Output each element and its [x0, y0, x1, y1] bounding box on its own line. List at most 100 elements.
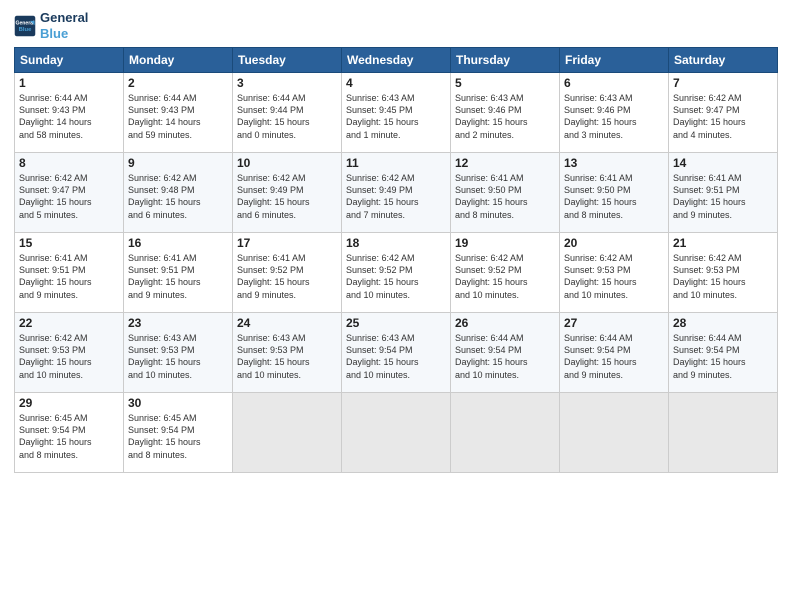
calendar-cell: 2 Sunrise: 6:44 AMSunset: 9:43 PMDaylight… [124, 73, 233, 153]
page-header: General Blue General Blue [14, 10, 778, 41]
day-number: 26 [455, 316, 555, 330]
cell-content: Sunrise: 6:44 AMSunset: 9:54 PMDaylight:… [455, 332, 555, 381]
day-number: 24 [237, 316, 337, 330]
cell-content: Sunrise: 6:42 AMSunset: 9:52 PMDaylight:… [455, 252, 555, 301]
day-number: 14 [673, 156, 773, 170]
logo-text: General Blue [40, 10, 88, 41]
calendar-cell: 11 Sunrise: 6:42 AMSunset: 9:49 PMDayligh… [342, 153, 451, 233]
calendar-cell: 21 Sunrise: 6:42 AMSunset: 9:53 PMDayligh… [669, 233, 778, 313]
cell-content: Sunrise: 6:42 AMSunset: 9:47 PMDaylight:… [673, 92, 773, 141]
calendar-cell: 10 Sunrise: 6:42 AMSunset: 9:49 PMDayligh… [233, 153, 342, 233]
logo-icon: General Blue [14, 15, 36, 37]
cell-content: Sunrise: 6:45 AMSunset: 9:54 PMDaylight:… [19, 412, 119, 461]
cell-content: Sunrise: 6:41 AMSunset: 9:51 PMDaylight:… [128, 252, 228, 301]
calendar-cell: 3 Sunrise: 6:44 AMSunset: 9:44 PMDaylight… [233, 73, 342, 153]
cell-content: Sunrise: 6:44 AMSunset: 9:44 PMDaylight:… [237, 92, 337, 141]
day-number: 8 [19, 156, 119, 170]
cell-content: Sunrise: 6:44 AMSunset: 9:54 PMDaylight:… [673, 332, 773, 381]
col-header-wednesday: Wednesday [342, 48, 451, 73]
cell-content: Sunrise: 6:41 AMSunset: 9:51 PMDaylight:… [673, 172, 773, 221]
calendar-cell: 16 Sunrise: 6:41 AMSunset: 9:51 PMDayligh… [124, 233, 233, 313]
calendar-cell: 15 Sunrise: 6:41 AMSunset: 9:51 PMDayligh… [15, 233, 124, 313]
day-number: 25 [346, 316, 446, 330]
day-number: 2 [128, 76, 228, 90]
day-number: 29 [19, 396, 119, 410]
day-number: 22 [19, 316, 119, 330]
calendar-cell: 22 Sunrise: 6:42 AMSunset: 9:53 PMDayligh… [15, 313, 124, 393]
day-number: 30 [128, 396, 228, 410]
cell-content: Sunrise: 6:44 AMSunset: 9:43 PMDaylight:… [19, 92, 119, 141]
day-number: 11 [346, 156, 446, 170]
cell-content: Sunrise: 6:43 AMSunset: 9:53 PMDaylight:… [237, 332, 337, 381]
day-number: 15 [19, 236, 119, 250]
day-number: 16 [128, 236, 228, 250]
calendar-cell: 4Sunrise: 6:43 AMSunset: 9:45 PMDaylight… [342, 73, 451, 153]
calendar-cell: 17 Sunrise: 6:41 AMSunset: 9:52 PMDayligh… [233, 233, 342, 313]
col-header-sunday: Sunday [15, 48, 124, 73]
cell-content: Sunrise: 6:44 AMSunset: 9:54 PMDaylight:… [564, 332, 664, 381]
col-header-thursday: Thursday [451, 48, 560, 73]
day-number: 3 [237, 76, 337, 90]
calendar-cell: 25 Sunrise: 6:43 AMSunset: 9:54 PMDayligh… [342, 313, 451, 393]
day-number: 5 [455, 76, 555, 90]
calendar-cell [451, 393, 560, 473]
col-header-monday: Monday [124, 48, 233, 73]
day-number: 18 [346, 236, 446, 250]
calendar-cell: 5 Sunrise: 6:43 AMSunset: 9:46 PMDaylight… [451, 73, 560, 153]
calendar-cell: 14 Sunrise: 6:41 AMSunset: 9:51 PMDayligh… [669, 153, 778, 233]
cell-content: Sunrise: 6:42 AMSunset: 9:53 PMDaylight:… [564, 252, 664, 301]
calendar-cell: 26 Sunrise: 6:44 AMSunset: 9:54 PMDayligh… [451, 313, 560, 393]
day-number: 19 [455, 236, 555, 250]
cell-content: Sunrise: 6:42 AMSunset: 9:52 PMDaylight:… [346, 252, 446, 301]
cell-content: Sunrise: 6:42 AMSunset: 9:53 PMDaylight:… [673, 252, 773, 301]
day-number: 21 [673, 236, 773, 250]
day-number: 13 [564, 156, 664, 170]
day-number: 9 [128, 156, 228, 170]
day-number: 12 [455, 156, 555, 170]
cell-content: Sunrise: 6:42 AMSunset: 9:49 PMDaylight:… [237, 172, 337, 221]
calendar-cell: 23Sunrise: 6:43 AMSunset: 9:53 PMDayligh… [124, 313, 233, 393]
logo: General Blue General Blue [14, 10, 88, 41]
col-header-tuesday: Tuesday [233, 48, 342, 73]
calendar-cell: 13Sunrise: 6:41 AMSunset: 9:50 PMDayligh… [560, 153, 669, 233]
day-number: 28 [673, 316, 773, 330]
cell-content: Sunrise: 6:44 AMSunset: 9:43 PMDaylight:… [128, 92, 228, 141]
calendar-table: SundayMondayTuesdayWednesdayThursdayFrid… [14, 47, 778, 473]
cell-content: Sunrise: 6:42 AMSunset: 9:48 PMDaylight:… [128, 172, 228, 221]
calendar-cell: 29 Sunrise: 6:45 AMSunset: 9:54 PMDayligh… [15, 393, 124, 473]
calendar-cell: 6 Sunrise: 6:43 AMSunset: 9:46 PMDaylight… [560, 73, 669, 153]
calendar-cell [233, 393, 342, 473]
calendar-cell: 1 Sunrise: 6:44 AMSunset: 9:43 PMDaylight… [15, 73, 124, 153]
day-number: 27 [564, 316, 664, 330]
cell-content: Sunrise: 6:43 AMSunset: 9:54 PMDaylight:… [346, 332, 446, 381]
calendar-cell: 30 Sunrise: 6:45 AMSunset: 9:54 PMDayligh… [124, 393, 233, 473]
calendar-cell: 18 Sunrise: 6:42 AMSunset: 9:52 PMDayligh… [342, 233, 451, 313]
cell-content: Sunrise: 6:45 AMSunset: 9:54 PMDaylight:… [128, 412, 228, 461]
calendar-cell: 8 Sunrise: 6:42 AMSunset: 9:47 PMDaylight… [15, 153, 124, 233]
day-number: 4 [346, 76, 446, 90]
cell-content: Sunrise: 6:43 AMSunset: 9:46 PMDaylight:… [455, 92, 555, 141]
calendar-cell [342, 393, 451, 473]
day-number: 1 [19, 76, 119, 90]
cell-content: Sunrise: 6:42 AMSunset: 9:47 PMDaylight:… [19, 172, 119, 221]
calendar-cell: 9 Sunrise: 6:42 AMSunset: 9:48 PMDaylight… [124, 153, 233, 233]
cell-content: Sunrise: 6:43 AMSunset: 9:46 PMDaylight:… [564, 92, 664, 141]
day-number: 6 [564, 76, 664, 90]
calendar-cell: 27 Sunrise: 6:44 AMSunset: 9:54 PMDayligh… [560, 313, 669, 393]
calendar-cell: 7 Sunrise: 6:42 AMSunset: 9:47 PMDaylight… [669, 73, 778, 153]
day-number: 23 [128, 316, 228, 330]
day-number: 7 [673, 76, 773, 90]
calendar-cell: 28 Sunrise: 6:44 AMSunset: 9:54 PMDayligh… [669, 313, 778, 393]
cell-content: Sunrise: 6:42 AMSunset: 9:49 PMDaylight:… [346, 172, 446, 221]
col-header-saturday: Saturday [669, 48, 778, 73]
calendar-cell: 19 Sunrise: 6:42 AMSunset: 9:52 PMDayligh… [451, 233, 560, 313]
day-number: 10 [237, 156, 337, 170]
calendar-cell: 24 Sunrise: 6:43 AMSunset: 9:53 PMDayligh… [233, 313, 342, 393]
svg-text:Blue: Blue [19, 27, 32, 33]
day-number: 17 [237, 236, 337, 250]
cell-content: Sunrise: 6:41 AMSunset: 9:52 PMDaylight:… [237, 252, 337, 301]
cell-content: Sunrise: 6:42 AMSunset: 9:53 PMDaylight:… [19, 332, 119, 381]
calendar-cell: 12Sunrise: 6:41 AMSunset: 9:50 PMDayligh… [451, 153, 560, 233]
calendar-cell [669, 393, 778, 473]
cell-content: Sunrise: 6:41 AMSunset: 9:51 PMDaylight:… [19, 252, 119, 301]
